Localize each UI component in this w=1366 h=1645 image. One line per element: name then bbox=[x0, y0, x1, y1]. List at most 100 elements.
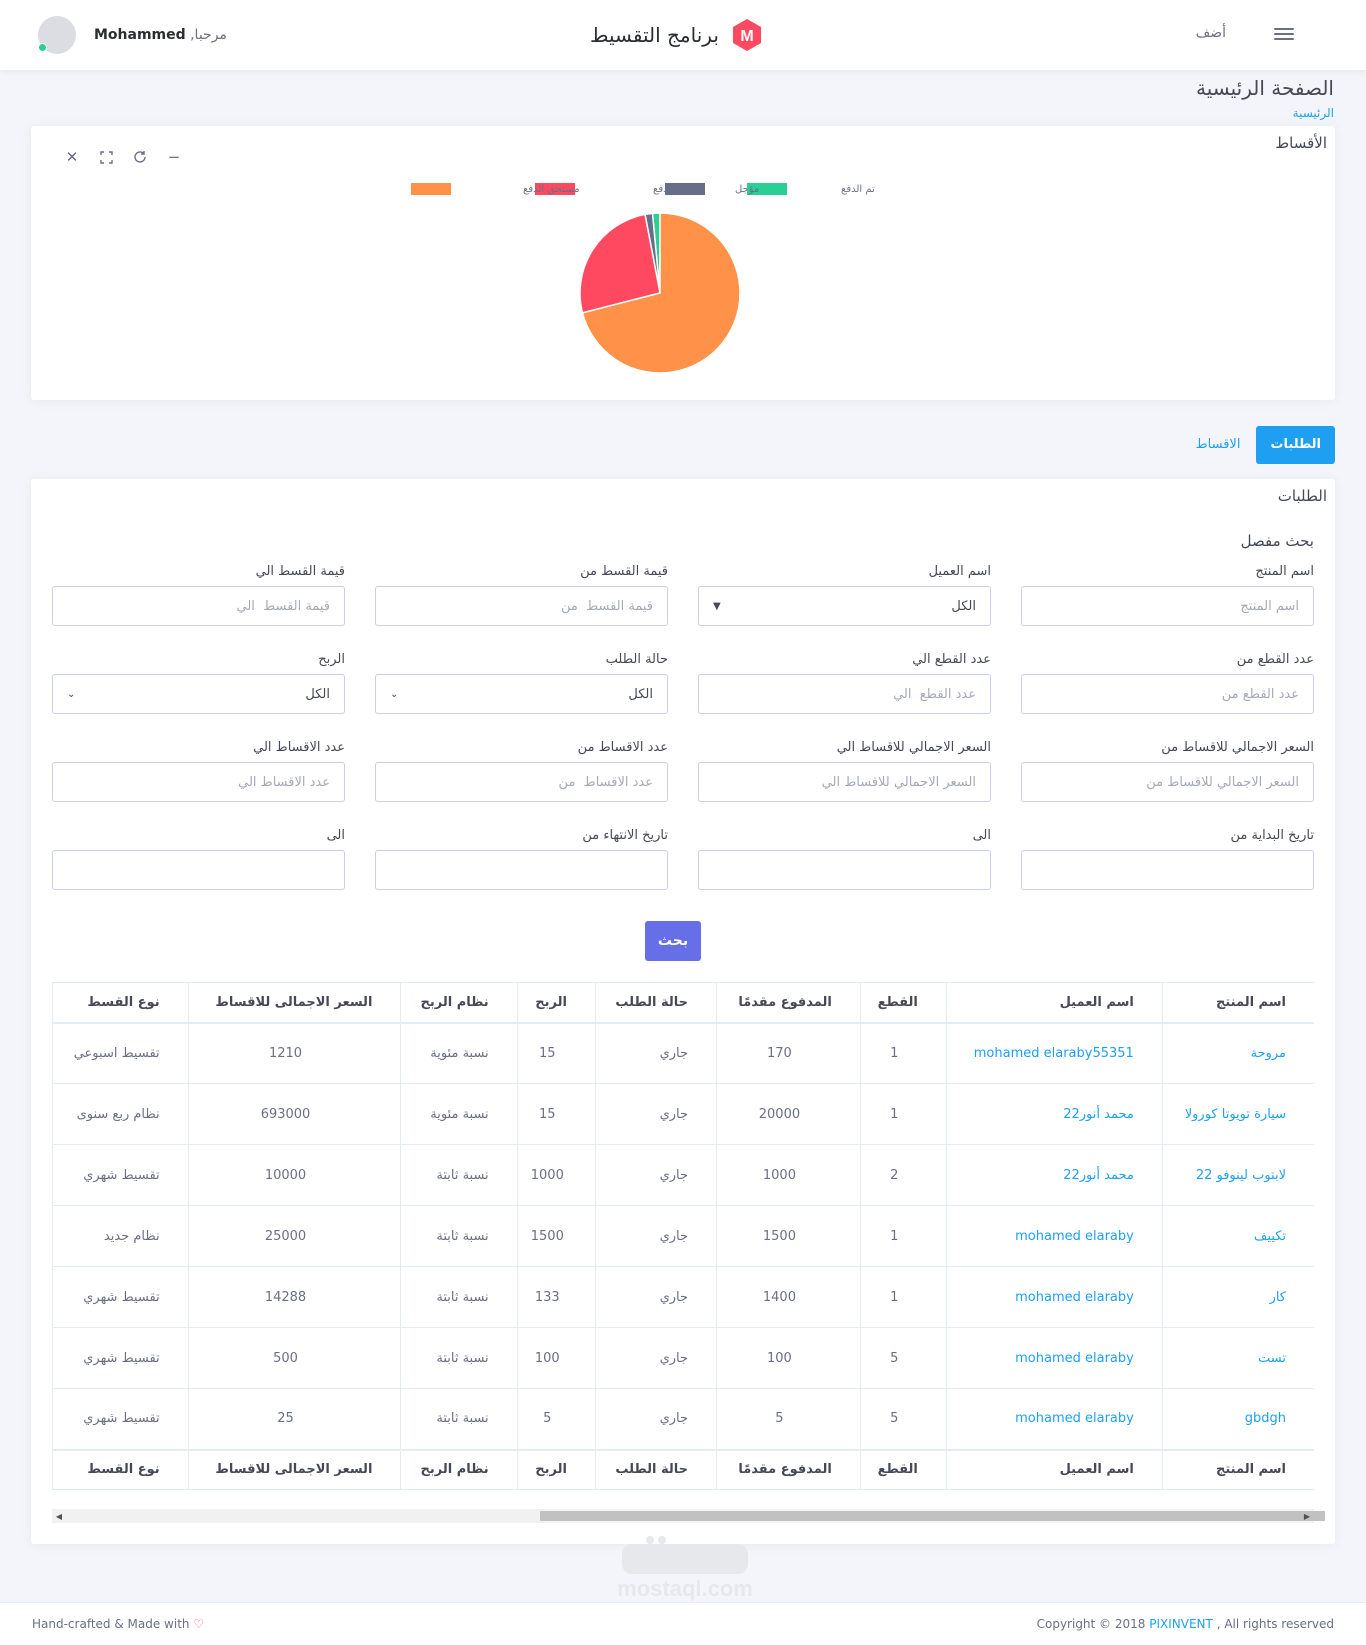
pieces-from-input[interactable] bbox=[1021, 674, 1314, 714]
table-cell: تقسيط شهري bbox=[52, 1388, 189, 1450]
column-header[interactable]: اسم المنتج bbox=[1161, 982, 1314, 1024]
customer-name-field: اسم العميل الكل ▼ bbox=[698, 564, 991, 626]
product-name-field: اسم المنتج bbox=[1021, 564, 1314, 626]
customer-link[interactable]: محمد أنور22 bbox=[945, 1083, 1163, 1145]
table-cell: نسبة ثابتة bbox=[400, 1388, 518, 1450]
column-header[interactable]: نظام الربح bbox=[400, 1448, 518, 1490]
customer-link[interactable]: mohamed elaraby bbox=[945, 1327, 1163, 1389]
top-navbar: أضف M برنامج التقسيط مرحبا, Mohammed bbox=[0, 0, 1366, 70]
menu-toggle-button[interactable] bbox=[1274, 25, 1294, 43]
table-row: تكييف mohamed elaraby 1 1500 جاري 1500 نسبة ثا… bbox=[52, 1205, 1314, 1267]
column-header[interactable]: الربح bbox=[516, 982, 596, 1024]
tab-orders[interactable]: الطلبات bbox=[1256, 426, 1335, 464]
order-status-value: الكل bbox=[628, 686, 653, 702]
customer-name-select[interactable]: الكل ▼ bbox=[698, 586, 991, 626]
footer-credit-text: Hand-crafted & Made with bbox=[32, 1617, 190, 1631]
column-header[interactable]: حالة الطلب bbox=[594, 1448, 717, 1490]
total-from-input[interactable] bbox=[1021, 762, 1314, 802]
order-status-select[interactable]: الكل ⌄ bbox=[375, 674, 668, 714]
product-link[interactable]: لابتوب لينوفو 22 bbox=[1161, 1144, 1314, 1206]
add-link[interactable]: أضف bbox=[1196, 25, 1226, 41]
customer-link[interactable]: mohamed elaraby bbox=[945, 1266, 1163, 1328]
start-date-to-input[interactable] bbox=[698, 850, 991, 890]
pixinvent-link[interactable]: PIXINVENT bbox=[1149, 1617, 1213, 1631]
total-from-label: السعر الاجمالي للاقساط من bbox=[1161, 740, 1314, 755]
search-button[interactable]: بحث bbox=[645, 921, 701, 961]
customer-name-value: الكل bbox=[951, 598, 976, 614]
legend-swatch[interactable] bbox=[411, 183, 451, 195]
installment-value-to-input[interactable] bbox=[52, 586, 345, 626]
scrollbar-thumb[interactable] bbox=[540, 1511, 1325, 1521]
table-cell: جاري bbox=[594, 1388, 717, 1450]
pieces-to-input[interactable] bbox=[698, 674, 991, 714]
total-from-field: السعر الاجمالي للاقساط من bbox=[1021, 740, 1314, 802]
column-header[interactable]: الربح bbox=[516, 1448, 596, 1490]
table-cell: نظام ربع سنوى bbox=[52, 1083, 189, 1145]
end-date-from-field: تاريخ الانتهاء من bbox=[375, 828, 668, 890]
count-from-input[interactable] bbox=[375, 762, 668, 802]
column-header[interactable]: نوع القسط bbox=[52, 982, 189, 1024]
pieces-from-field: عدد القطع من bbox=[1021, 652, 1314, 714]
table-body: مروحة mohamed elaraby55351 1 170 جاري 15 نسبة … bbox=[52, 1022, 1314, 1450]
product-link[interactable]: سيارة تويوتا كورولا bbox=[1161, 1083, 1314, 1145]
start-date-from-input[interactable] bbox=[1021, 850, 1314, 890]
product-link[interactable]: مروحة bbox=[1161, 1022, 1314, 1084]
table-cell: 5 bbox=[859, 1327, 947, 1389]
customer-link[interactable]: mohamed elaraby55351 bbox=[945, 1022, 1163, 1084]
table-cell: 100 bbox=[516, 1327, 596, 1389]
table-cell: 1210 bbox=[187, 1022, 401, 1084]
scroll-right-icon[interactable]: ▶ bbox=[1300, 1509, 1314, 1523]
pieces-to-field: عدد القطع الي bbox=[698, 652, 991, 714]
column-header[interactable]: القطع bbox=[859, 1448, 947, 1490]
profit-select[interactable]: الكل ⌄ bbox=[52, 674, 345, 714]
table-cell: 1000 bbox=[516, 1144, 596, 1206]
product-name-label: اسم المنتج bbox=[1255, 564, 1314, 579]
customer-link[interactable]: محمد أنور22 bbox=[945, 1144, 1163, 1206]
product-link[interactable]: gbdgh bbox=[1161, 1388, 1314, 1450]
scroll-left-icon[interactable]: ◀ bbox=[52, 1509, 66, 1523]
end-date-from-input[interactable] bbox=[375, 850, 668, 890]
table-cell: جاري bbox=[594, 1022, 717, 1084]
column-header[interactable]: السعر الاجمالى للاقساط bbox=[187, 982, 401, 1024]
column-header[interactable]: المدفوع مقدمًا bbox=[716, 982, 861, 1024]
user-menu[interactable]: مرحبا, Mohammed bbox=[38, 16, 227, 54]
brand[interactable]: M برنامج التقسيط bbox=[590, 16, 765, 54]
breadcrumb-home[interactable]: الرئيسية bbox=[1293, 106, 1334, 120]
product-link[interactable]: كار bbox=[1161, 1266, 1314, 1328]
table-cell: جاري bbox=[594, 1144, 717, 1206]
customer-link[interactable]: mohamed elaraby bbox=[945, 1388, 1163, 1450]
avatar[interactable] bbox=[38, 16, 76, 54]
tab-installments[interactable]: الاقساط bbox=[1182, 426, 1255, 464]
column-header[interactable]: اسم المنتج bbox=[1161, 1448, 1314, 1490]
table-cell: 1500 bbox=[516, 1205, 596, 1267]
column-header[interactable]: نظام الربح bbox=[400, 982, 518, 1024]
horizontal-scrollbar[interactable]: ◀ ▶ bbox=[52, 1509, 1325, 1523]
caret-down-icon: ▼ bbox=[713, 600, 721, 612]
table-cell: 5 bbox=[716, 1388, 861, 1450]
product-name-input[interactable] bbox=[1021, 586, 1314, 626]
column-header[interactable]: اسم العميل bbox=[945, 982, 1163, 1024]
product-link[interactable]: تكييف bbox=[1161, 1205, 1314, 1267]
column-header[interactable]: نوع القسط bbox=[52, 1448, 189, 1490]
column-header[interactable]: السعر الاجمالى للاقساط bbox=[187, 1448, 401, 1490]
table-cell: 500 bbox=[187, 1327, 401, 1389]
footer-credit: Hand-crafted & Made with ♡ bbox=[32, 1617, 204, 1631]
brand-title: برنامج التقسيط bbox=[590, 23, 719, 47]
table-cell: 14288 bbox=[187, 1266, 401, 1328]
customer-link[interactable]: mohamed elaraby bbox=[945, 1205, 1163, 1267]
column-header[interactable]: اسم العميل bbox=[945, 1448, 1163, 1490]
table-cell: 100 bbox=[716, 1327, 861, 1389]
end-date-to-input[interactable] bbox=[52, 850, 345, 890]
count-to-input[interactable] bbox=[52, 762, 345, 802]
count-from-label: عدد الاقساط من bbox=[577, 740, 668, 755]
column-header[interactable]: القطع bbox=[859, 982, 947, 1024]
column-header[interactable]: حالة الطلب bbox=[594, 982, 717, 1024]
total-to-input[interactable] bbox=[698, 762, 991, 802]
product-link[interactable]: تست bbox=[1161, 1327, 1314, 1389]
total-to-field: السعر الاجمالي للاقساط الي bbox=[698, 740, 991, 802]
installment-value-from-input[interactable] bbox=[375, 586, 668, 626]
page-title: الصفحة الرئيسية bbox=[1196, 76, 1334, 100]
column-header[interactable]: المدفوع مقدمًا bbox=[716, 1448, 861, 1490]
table-row: سيارة تويوتا كورولا محمد أنور22 1 20000 جاري… bbox=[52, 1083, 1314, 1145]
table-row: تست mohamed elaraby 5 100 جاري 100 نسبة ثابتة 5… bbox=[52, 1327, 1314, 1389]
